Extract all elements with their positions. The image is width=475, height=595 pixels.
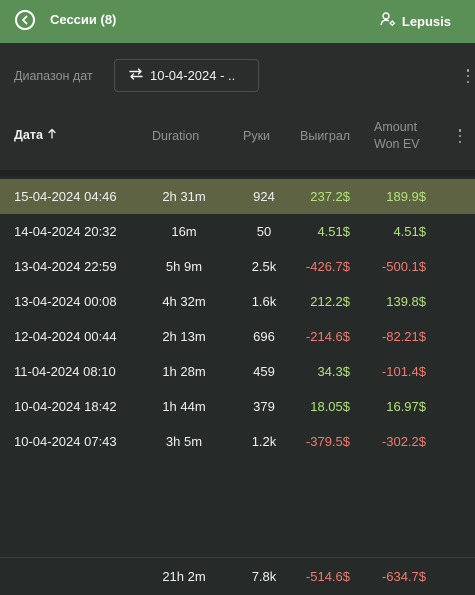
totals-row: 21h 2m 7.8k -514.6$ -634.7$ [0,558,475,595]
table-row[interactable]: 13-04-2024 00:08 4h 32m 1.6k 212.2$ 139.8$ [0,284,475,319]
row-duration: 1h 44m [162,399,206,414]
sessions-screen: Сессии (8) Lepusis Диапазон дат 10-04-20… [0,0,475,595]
row-won-ev: -302.2$ [381,434,426,449]
row-hands: 1.6k [251,294,277,309]
row-date: 14-04-2024 20:32 [14,224,117,239]
user-settings-icon [380,11,396,32]
row-hands: 2.5k [251,259,277,274]
row-duration: 5h 9m [165,259,203,274]
table-header: Дата Duration Руки Выиграл Amount Won EV [0,108,475,170]
row-hands: 1.2k [251,434,277,449]
row-hands: 696 [253,329,275,344]
row-date: 12-04-2024 00:44 [14,329,117,344]
row-hands: 459 [253,364,275,379]
total-won: -514.6$ [305,569,350,584]
row-won-ev: 4.51$ [393,224,426,239]
filter-toolbar: Диапазон дат 10-04-2024 - .. [0,43,475,108]
row-date: 15-04-2024 04:46 [14,189,117,204]
row-date: 13-04-2024 00:08 [14,294,117,309]
row-duration: 1h 28m [162,364,206,379]
total-duration: 21h 2m [162,569,206,584]
row-won: 212.2$ [310,294,350,309]
row-won-ev: 189.9$ [386,189,426,204]
column-date-label: Дата [14,128,43,142]
row-date: 10-04-2024 18:42 [14,399,117,414]
row-date: 10-04-2024 07:43 [14,434,117,449]
row-duration: 3h 5m [165,434,203,449]
sort-up-arrow-icon [48,128,56,142]
column-won-ev-line2: Won EV [374,137,420,151]
row-won-ev: -101.4$ [381,364,426,379]
date-range-value: 10-04-2024 - .. [150,68,236,83]
row-hands: 379 [253,399,275,414]
column-won-ev-header[interactable]: Amount Won EV [374,119,420,153]
row-won: -214.6$ [305,329,350,344]
user-name: Lepusis [401,14,451,29]
row-won: 18.05$ [310,399,350,414]
column-hands-header[interactable]: Руки [243,129,270,143]
row-date: 13-04-2024 22:59 [14,259,117,274]
table-row[interactable]: 14-04-2024 20:32 16m 50 4.51$ 4.51$ [0,214,475,249]
row-won: 4.51$ [317,224,350,239]
page-title: Сессии (8) [50,12,117,27]
header-bar: Сессии (8) Lepusis [0,0,475,43]
toolbar-more-icon[interactable] [463,68,473,84]
date-range-label: Диапазон дат [14,69,93,83]
column-duration-header[interactable]: Duration [152,129,199,143]
table-row[interactable]: 15-04-2024 04:46 2h 31m 924 237.2$ 189.9$ [0,179,475,214]
row-duration: 2h 31m [162,189,206,204]
total-hands: 7.8k [251,569,277,584]
row-won: 34.3$ [317,364,350,379]
column-won-ev-line1: Amount [374,120,418,134]
row-won-ev: 139.8$ [386,294,426,309]
user-menu-button[interactable]: Lepusis [380,11,451,32]
table-row[interactable]: 10-04-2024 07:43 3h 5m 1.2k -379.5$ -302.2$ [0,424,475,459]
header-divider [0,170,475,176]
swap-arrows-icon [129,67,143,85]
row-won: -379.5$ [305,434,350,449]
row-duration: 2h 13m [162,329,206,344]
table-row[interactable]: 11-04-2024 08:10 1h 28m 459 34.3$ -101.4$ [0,354,475,389]
back-arrow-circle-icon[interactable] [15,10,35,30]
total-won-ev: -634.7$ [381,569,426,584]
row-won-ev: -82.21$ [381,329,426,344]
row-won: -426.7$ [305,259,350,274]
row-won-ev: -500.1$ [381,259,426,274]
table-row[interactable]: 13-04-2024 22:59 5h 9m 2.5k -426.7$ -500.1$ [0,249,475,284]
date-range-button[interactable]: 10-04-2024 - .. [114,59,259,92]
row-won-ev: 16.97$ [386,399,426,414]
row-duration: 4h 32m [162,294,206,309]
table-row[interactable]: 12-04-2024 00:44 2h 13m 696 -214.6$ -82.21$ [0,319,475,354]
row-duration: 16m [171,224,197,239]
columns-more-icon[interactable] [455,128,465,144]
column-won-header[interactable]: Выиграл [300,129,350,143]
row-hands: 924 [253,189,275,204]
sessions-table: 15-04-2024 04:46 2h 31m 924 237.2$ 189.9$ 14-… [0,179,475,459]
table-row[interactable]: 10-04-2024 18:42 1h 44m 379 18.05$ 16.97$ [0,389,475,424]
row-hands: 50 [256,224,272,239]
column-date-header[interactable]: Дата [14,128,56,142]
row-date: 11-04-2024 08:10 [14,364,116,379]
row-won: 237.2$ [310,189,350,204]
